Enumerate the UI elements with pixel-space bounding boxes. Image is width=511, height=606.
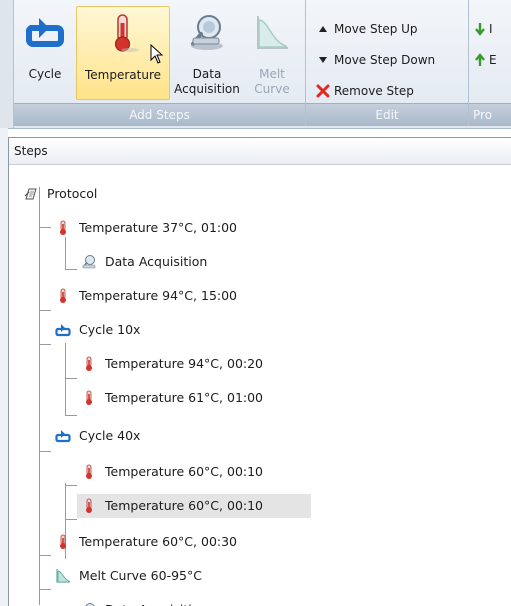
thermometer-icon [86,356,92,371]
steps-tree: Protocol Temperature 37°C, 01:00 Data Ac… [9,165,511,606]
ribbon-group-edit: Move Step Up Move Step Down Remove Step … [306,0,469,126]
app-window: Cycle Temperature Data Acquisition Melt … [0,0,511,606]
triangle-down-icon [319,57,327,63]
pro-item-1-label: I [489,22,493,36]
remove-step-label: Remove Step [334,84,414,98]
melt-curve-icon [56,569,70,583]
tree-item-label: Melt Curve 60-95°C [79,568,202,583]
tree-line-temp37 [65,237,66,269]
ribbon-group-pro: I E Pro [469,0,511,126]
tree-item-label: Temperature 60°C, 00:10 [105,498,264,513]
tree-item-data-acquisition[interactable]: Data Acquisition [81,598,281,606]
ribbon: Cycle Temperature Data Acquisition Melt … [0,0,511,129]
ribbon-left-edge [0,0,14,128]
melt-curve-button[interactable]: Melt Curve [244,6,300,100]
steps-panel: Steps Protocol Temperature 37°C, 01:00 D… [8,137,511,606]
tree-item-label: Temperature 94°C, 15:00 [79,288,238,303]
thermometer-icon [60,220,66,235]
move-step-up-button[interactable]: Move Step Up [312,18,418,40]
tree-branch [65,415,77,416]
temperature-button-label: Temperature [84,68,161,82]
pro-item-1-button[interactable]: I [471,18,493,40]
remove-x-icon [316,84,330,98]
tree-item-protocol[interactable]: Protocol [23,182,223,206]
cycle-icon [55,430,71,443]
tree-item-temperature[interactable]: Temperature 37°C, 01:00 [55,216,295,240]
thermometer-icon [86,498,92,513]
move-step-down-label: Move Step Down [334,53,436,67]
pro-item-2-button[interactable]: E [471,49,497,71]
data-acquisition-button[interactable]: Data Acquisition [172,6,242,100]
triangle-up-icon [319,26,327,32]
tree-branch [65,485,77,486]
data-acquisition-icon [191,15,223,50]
tree-item-label: Data Acquisition [105,598,207,606]
tree-branch [39,589,51,590]
tree-item-label: Temperature 61°C, 01:00 [105,390,264,405]
tree-item-label: Cycle 10x [79,322,141,337]
steps-panel-header: Steps [9,138,511,165]
pro-group-label: Pro [469,103,511,126]
tree-line-cycle10 [65,343,66,415]
tree-item-temperature[interactable]: Temperature 94°C, 15:00 [55,284,295,308]
tree-item-label: Temperature 37°C, 01:00 [79,220,238,235]
tree-branch [39,344,51,345]
tree-item-label: Protocol [47,186,98,201]
cycle-button-label: Cycle [28,67,62,81]
tree-item-cycle[interactable]: Cycle 40x [55,424,255,448]
tree-branch [39,555,51,556]
thermometer-icon [86,464,92,479]
thermometer-icon [60,534,66,549]
thermometer-icon [114,14,139,52]
melt-curve-icon [257,16,288,49]
thermometer-icon [60,288,66,303]
tree-item-temperature-selected[interactable]: Temperature 60°C, 00:10 [77,494,311,518]
tree-item-temperature[interactable]: Temperature 60°C, 00:10 [81,460,321,484]
tree-item-label: Data Acquisition [105,254,208,269]
tree-branch [39,227,51,228]
tree-branch [39,310,51,311]
data-acquisition-button-label: Data Acquisition [174,67,240,96]
pro-item-2-label: E [489,53,497,67]
melt-curve-button-label: Melt Curve [254,67,290,96]
tree-branch [65,378,77,379]
cycle-icon [55,324,71,337]
data-acquisition-icon [85,603,95,606]
edit-group-label: Edit [306,103,468,126]
tree-item-label: Temperature 60°C, 00:30 [79,534,238,549]
tree-branch [39,451,51,452]
tree-item-label: Cycle 40x [79,428,141,443]
protocol-icon [24,188,37,200]
tree-item-label: Temperature 94°C, 00:20 [105,356,264,371]
tree-line-root [39,187,40,605]
tree-item-temperature[interactable]: Temperature 60°C, 00:30 [55,530,295,554]
tree-item-data-acquisition[interactable]: Data Acquisition [81,250,281,274]
arrow-down-icon [475,23,485,36]
tree-item-melt-curve[interactable]: Melt Curve 60-95°C [55,564,295,588]
move-step-down-button[interactable]: Move Step Down [312,49,435,71]
tree-branch [65,269,77,270]
thermometer-icon [86,390,92,405]
tree-item-temperature[interactable]: Temperature 61°C, 01:00 [81,386,321,410]
mouse-cursor-icon [150,44,164,64]
tree-item-temperature[interactable]: Temperature 94°C, 00:20 [81,352,321,376]
cycle-button[interactable]: Cycle [16,6,74,100]
tree-item-label: Temperature 60°C, 00:10 [105,464,264,479]
tree-branch [65,519,77,520]
data-acquisition-icon [82,255,96,269]
arrow-up-icon [475,53,485,66]
remove-step-button[interactable]: Remove Step [312,80,414,102]
tree-item-cycle[interactable]: Cycle 10x [55,318,255,342]
cycle-icon [25,18,64,47]
left-margin [0,128,8,606]
move-step-up-label: Move Step Up [334,22,418,36]
add-steps-group-label: Add Steps [14,103,305,126]
